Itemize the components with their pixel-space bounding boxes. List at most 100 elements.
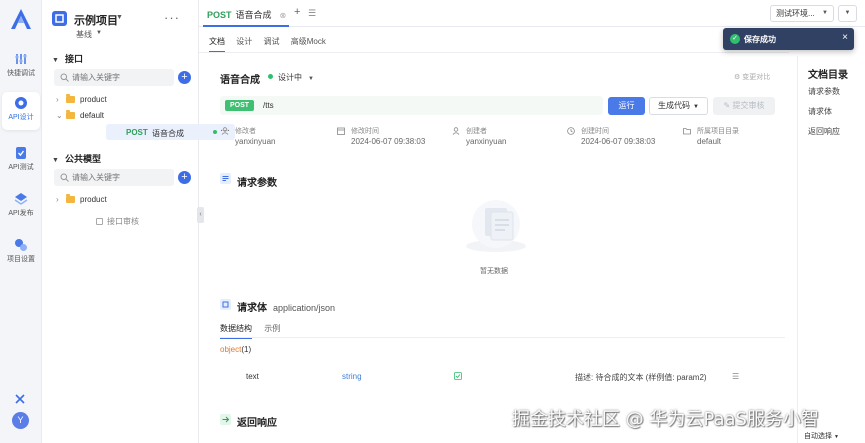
check-circle-icon: ✓ [730, 34, 740, 44]
meta-value: 2024-06-07 09:38:03 [581, 137, 656, 146]
method-badge: POST [225, 100, 255, 111]
meta-value: 2024-06-07 09:38:03 [351, 137, 426, 146]
request-url-bar: POST /tts [220, 96, 603, 115]
project-settings-icon [15, 239, 27, 251]
divider [220, 337, 785, 338]
schema-root[interactable]: object(1) [220, 345, 251, 354]
tab-debug[interactable]: 调试 [263, 36, 279, 51]
add-tab-icon[interactable]: + [294, 6, 300, 18]
api-name: 语音合成 [152, 129, 184, 138]
user-icon [221, 127, 229, 135]
autosave-select[interactable]: 自动选择 ▼ [804, 431, 839, 441]
chevron-down-icon[interactable]: ▼ [96, 30, 102, 36]
audit-label: 接口审核 [107, 217, 139, 226]
folder-label: product [80, 95, 107, 104]
section-interfaces[interactable]: ▼ 接口 [52, 52, 83, 65]
divider [199, 52, 789, 53]
environment-select[interactable]: 测试环境... ▼ [770, 5, 834, 22]
meta-key: 修改者 [235, 128, 256, 135]
tab-doc[interactable]: 文档 [209, 36, 225, 53]
folder-icon [66, 94, 75, 103]
tab-api-tts[interactable]: POST 语音合成 ⊗ [207, 8, 286, 21]
toc-item-response[interactable]: 返回响应 [808, 126, 840, 137]
folder-icon [683, 128, 691, 135]
collapse-panel-handle[interactable]: ‹ [197, 207, 204, 223]
required-check-icon [454, 372, 462, 380]
calendar-icon [337, 127, 345, 135]
add-model-button[interactable]: + [178, 171, 191, 184]
model-search[interactable] [54, 169, 174, 186]
tab-example[interactable]: 示例 [264, 323, 280, 337]
status-select[interactable]: 设计中 ▼ [268, 72, 314, 83]
avatar[interactable]: Y [12, 412, 29, 429]
tab-design[interactable]: 设计 [236, 36, 252, 51]
rail-item-label: 项目设置 [7, 256, 35, 263]
status-dot [213, 130, 217, 134]
add-interface-button[interactable]: + [178, 71, 191, 84]
api-publish-icon [14, 193, 28, 205]
rail-item-label: 快捷调试 [7, 70, 35, 77]
close-icon[interactable]: × [842, 32, 848, 43]
submit-review-button[interactable]: ✎ 提交审核 [713, 97, 775, 115]
params-icon [220, 173, 231, 184]
chevron-right-icon: › [56, 95, 59, 104]
rail-item-api-design[interactable]: API设计 [2, 92, 40, 130]
more-icon[interactable]: ··· [164, 10, 180, 25]
sub-tabs: 文档 设计 调试 高级Mock [209, 36, 335, 53]
tree-folder-product[interactable]: › product [56, 94, 107, 104]
tab-advanced-mock[interactable]: 高级Mock [291, 36, 326, 51]
api-test-icon [16, 147, 26, 159]
switch-icon[interactable] [13, 392, 27, 406]
schema-field-row[interactable]: text string 描述: 待合成的文本 (样例值: param2) ☰ [220, 363, 785, 389]
clock-icon [567, 127, 575, 135]
interface-search[interactable] [54, 69, 174, 86]
submit-review-label: 提交审核 [732, 101, 765, 110]
rail-item-api-test[interactable]: API测试 [2, 142, 40, 180]
tree-model-folder-product[interactable]: › product [56, 194, 107, 204]
request-body-title-text: 请求体 [237, 303, 267, 314]
user-icon [452, 127, 460, 135]
folder-icon [66, 110, 75, 119]
content-type-label: application/json [273, 303, 336, 313]
field-more-icon[interactable]: ☰ [732, 372, 739, 381]
close-tab-icon[interactable]: ⊗ [280, 11, 287, 20]
rail-item-api-publish[interactable]: API发布 [2, 188, 40, 226]
method-label: POST [126, 128, 148, 137]
search-input[interactable] [72, 171, 170, 184]
compare-changes-button[interactable]: ⚙ 变更对比 [734, 72, 770, 82]
section-models[interactable]: ▼ 公共模型 [52, 152, 101, 165]
app-logo [11, 9, 31, 29]
toast-message: 保存成功 [744, 35, 776, 44]
generate-code-button[interactable]: 生成代码 ▼ [649, 97, 708, 115]
chevron-down-icon: ▼ [308, 76, 314, 82]
empty-state-illustration [466, 200, 526, 252]
request-body-title: 请求体 application/json [237, 299, 335, 314]
meta-value: default [697, 137, 722, 146]
meta-value: yanxinyuan [466, 137, 507, 146]
status-dot [268, 74, 273, 79]
search-input[interactable] [72, 71, 170, 84]
section-models-label: 公共模型 [64, 154, 101, 164]
tree-item-api-tts[interactable]: POST 语音合成 ··· [106, 124, 235, 140]
rail-item-project-settings[interactable]: 项目设置 [2, 234, 40, 272]
tab-list-icon[interactable]: ☰ [308, 8, 316, 19]
tree-folder-default[interactable]: ⌄ default [56, 110, 104, 120]
interface-audit-link[interactable]: 接口审核 [96, 216, 139, 227]
autosave-label: 自动选择 [804, 433, 832, 440]
debug-icon [15, 54, 27, 64]
caret-down-icon: ▼ [52, 57, 59, 64]
toc-item-request-params[interactable]: 请求参数 [808, 86, 840, 97]
environment-menu-button[interactable]: ▼ [838, 5, 857, 22]
toc-item-request-body[interactable]: 请求体 [808, 106, 832, 117]
search-icon [60, 173, 69, 182]
field-type: string [342, 372, 362, 381]
project-icon [52, 11, 67, 26]
left-rail: 快捷调试 API设计 API测试 API发布 项目设置 Y [0, 0, 42, 443]
project-title[interactable]: 示例项目 [74, 12, 118, 28]
branch-label[interactable]: 基线 [76, 29, 92, 40]
rail-item-quick-debug[interactable]: 快捷调试 [2, 48, 40, 86]
request-body-icon [220, 299, 231, 310]
caret-down-icon: ▼ [52, 157, 59, 164]
chevron-down-icon[interactable]: ▼ [116, 14, 123, 21]
run-button[interactable]: 运行 [608, 97, 645, 115]
